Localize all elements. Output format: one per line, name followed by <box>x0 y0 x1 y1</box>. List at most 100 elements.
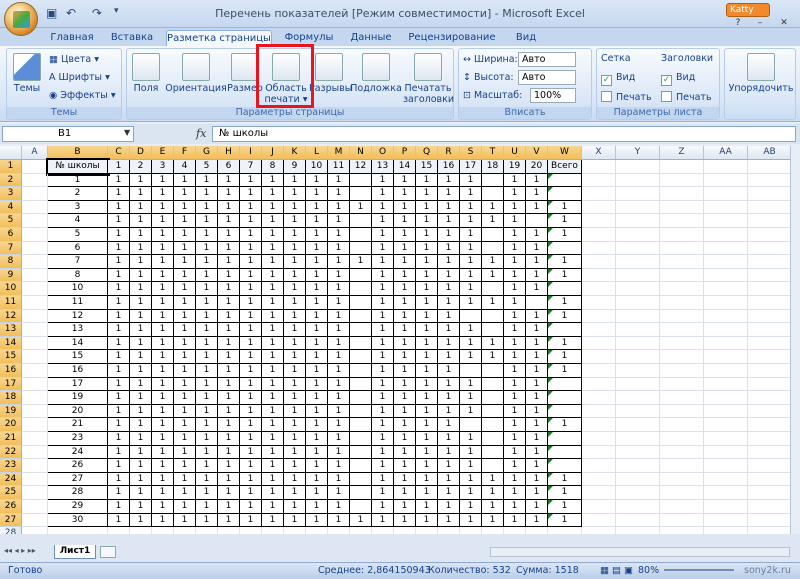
table-cell[interactable]: 1 <box>526 432 548 446</box>
table-cell[interactable]: 1 <box>262 513 284 528</box>
tab-insert[interactable]: Вставка <box>106 30 158 46</box>
table-cell[interactable]: 1 <box>416 336 438 351</box>
table-cell[interactable]: 1 <box>548 513 582 528</box>
table-cell[interactable]: 1 <box>262 323 284 337</box>
table-cell[interactable]: 1 <box>174 187 196 201</box>
table-cell[interactable]: 1 <box>218 404 240 419</box>
table-cell[interactable]: 1 <box>152 404 174 419</box>
row-header[interactable]: 8 <box>0 255 22 269</box>
empty-cell[interactable] <box>218 527 240 534</box>
table-cell[interactable]: 1 <box>504 228 526 242</box>
table-cell[interactable]: 1 <box>174 364 196 378</box>
table-cell[interactable]: 1 <box>372 486 394 500</box>
table-cell[interactable] <box>350 187 372 201</box>
zoom-slider[interactable] <box>664 569 734 571</box>
empty-cell[interactable] <box>748 418 790 432</box>
view-mode-icons[interactable]: ▦ ▤ ▣ <box>600 563 633 578</box>
empty-cell[interactable] <box>328 527 350 534</box>
table-cell[interactable] <box>482 364 504 378</box>
table-cell[interactable] <box>482 391 504 405</box>
table-cell[interactable]: 1 <box>306 500 328 514</box>
breaks-button[interactable]: Разрывы <box>309 51 352 107</box>
table-cell[interactable]: 1 <box>328 200 350 215</box>
row-header[interactable]: 20 <box>0 418 22 432</box>
table-cell[interactable] <box>460 309 482 324</box>
spreadsheet-grid[interactable]: A B C D E F G H I J K L M N O P Q R S T U V W X Y Z AA AB 1 2 3 4 5 6 7 8 9 1… <box>0 146 790 534</box>
table-cell[interactable]: 1 <box>526 268 548 283</box>
table-cell[interactable]: 1 <box>306 228 328 242</box>
table-cell[interactable]: 1 <box>394 228 416 242</box>
table-cell[interactable]: 1 <box>482 296 504 310</box>
table-cell[interactable]: 1 <box>460 336 482 351</box>
empty-cell[interactable] <box>748 201 790 215</box>
table-cell[interactable]: 1 <box>372 432 394 446</box>
empty-cell[interactable] <box>704 377 748 392</box>
table-cell[interactable]: 1 <box>240 377 262 392</box>
empty-cell[interactable] <box>748 473 790 487</box>
empty-cell[interactable] <box>582 350 616 364</box>
table-cell[interactable]: 1 <box>350 200 372 215</box>
table-cell[interactable]: 1 <box>196 432 218 446</box>
table-cell[interactable]: 1 <box>130 173 152 188</box>
table-cell[interactable]: 1 <box>416 377 438 392</box>
empty-cell[interactable] <box>616 282 660 296</box>
empty-cell[interactable] <box>350 527 372 534</box>
table-cell[interactable]: 1 <box>372 214 394 228</box>
empty-cell[interactable] <box>704 309 748 324</box>
table-cell[interactable]: 1 <box>328 432 350 446</box>
table-cell[interactable]: 1 <box>196 486 218 500</box>
table-cell[interactable]: 1 <box>152 459 174 473</box>
table-cell[interactable]: 1 <box>394 255 416 269</box>
empty-cell[interactable] <box>616 418 660 432</box>
table-cell[interactable]: 1 <box>306 268 328 283</box>
table-cell[interactable]: 1 <box>504 459 526 473</box>
table-cell[interactable]: 1 <box>438 309 460 324</box>
table-cell[interactable]: 1 <box>306 418 328 432</box>
table-cell[interactable]: 1 <box>262 404 284 419</box>
column-header[interactable]: AB <box>748 146 790 160</box>
table-cell[interactable]: 1 <box>130 296 152 310</box>
empty-cell[interactable] <box>748 378 790 392</box>
table-cell[interactable] <box>460 418 482 432</box>
column-header[interactable]: Y <box>616 146 660 160</box>
table-cell[interactable]: 1 <box>394 173 416 188</box>
table-cell[interactable]: 1 <box>416 364 438 378</box>
table-cell[interactable]: 1 <box>328 472 350 487</box>
table-cell[interactable]: 1 <box>284 404 306 419</box>
function-icon[interactable]: fx <box>196 127 206 140</box>
table-cell[interactable]: 1 <box>262 432 284 446</box>
table-cell[interactable]: 1 <box>306 323 328 337</box>
row-header[interactable]: 6 <box>0 228 22 242</box>
table-cell[interactable]: 1 <box>130 309 152 324</box>
empty-cell[interactable] <box>616 214 660 228</box>
table-cell[interactable] <box>350 377 372 392</box>
table-cell[interactable]: 1 <box>284 350 306 364</box>
empty-cell[interactable] <box>582 364 616 378</box>
table-cell[interactable]: 1 <box>460 432 482 446</box>
table-cell[interactable]: 1 <box>328 500 350 514</box>
empty-cell[interactable] <box>22 500 48 514</box>
table-cell[interactable]: 1 <box>548 486 582 500</box>
table-cell[interactable]: 1 <box>460 255 482 269</box>
table-cell[interactable]: 1 <box>218 309 240 324</box>
empty-cell[interactable] <box>22 432 48 446</box>
empty-cell[interactable] <box>704 527 748 534</box>
table-cell[interactable] <box>548 282 582 296</box>
table-cell[interactable]: 1 <box>108 214 130 228</box>
column-header[interactable]: V <box>526 146 548 160</box>
empty-cell[interactable] <box>704 241 748 256</box>
table-cell[interactable] <box>482 309 504 324</box>
table-cell[interactable]: 1 <box>372 241 394 256</box>
row-header[interactable]: 2 <box>0 173 22 188</box>
table-cell[interactable]: 1 <box>372 459 394 473</box>
effects-button[interactable]: ◉ Эффекты ▾ <box>49 88 116 104</box>
table-cell[interactable]: 1 <box>372 513 394 528</box>
table-cell[interactable]: 1 <box>328 255 350 269</box>
empty-cell[interactable] <box>196 527 218 534</box>
table-cell[interactable] <box>350 364 372 378</box>
table-cell[interactable]: 1 <box>174 173 196 188</box>
empty-cell[interactable] <box>704 364 748 378</box>
table-cell[interactable]: 1 <box>504 432 526 446</box>
empty-cell[interactable] <box>704 296 748 310</box>
table-cell[interactable]: 1 <box>548 200 582 215</box>
